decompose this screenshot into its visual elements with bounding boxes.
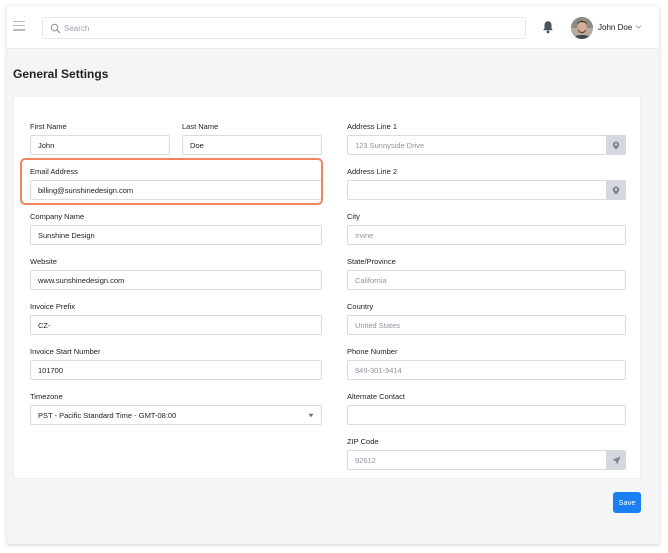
last-name-input[interactable] <box>182 135 322 155</box>
send-arrow-icon <box>612 456 620 464</box>
location-pin-icon <box>612 141 620 150</box>
top-bar: John Doe <box>7 6 659 49</box>
user-photo <box>571 17 593 39</box>
country-input[interactable] <box>347 315 626 335</box>
company-name-label: Company Name <box>30 212 85 221</box>
invoice-start-field: Invoice Start Number <box>30 347 322 381</box>
city-field: City <box>347 212 626 246</box>
chevron-down-icon[interactable] <box>635 24 642 30</box>
last-name-field: Last Name <box>182 122 322 156</box>
menu-icon[interactable] <box>13 21 25 33</box>
address-line-2-input[interactable] <box>347 180 607 200</box>
state-label: State/Province <box>347 257 396 266</box>
address-line-1-location-button[interactable] <box>606 135 626 155</box>
state-input[interactable] <box>347 270 626 290</box>
city-label: City <box>347 212 360 221</box>
search-icon <box>50 23 61 34</box>
email-input[interactable] <box>30 180 322 200</box>
phone-label: Phone Number <box>347 347 398 356</box>
website-label: Website <box>30 257 57 266</box>
zip-code-send-button[interactable] <box>606 450 626 470</box>
zip-code-label: ZIP Code <box>347 437 379 446</box>
invoice-start-input[interactable] <box>30 360 322 380</box>
website-input[interactable] <box>30 270 322 290</box>
address-line-1-field: Address Line 1 <box>347 122 626 156</box>
company-name-input[interactable] <box>30 225 322 245</box>
invoice-prefix-label: Invoice Prefix <box>30 302 76 311</box>
email-label: Email Address <box>30 167 78 176</box>
alternate-contact-input[interactable] <box>347 405 626 425</box>
first-name-field: First Name <box>30 122 170 156</box>
bell-icon[interactable] <box>542 20 554 34</box>
avatar[interactable] <box>571 17 593 39</box>
alternate-contact-label: Alternate Contact <box>347 392 405 401</box>
city-input[interactable] <box>347 225 626 245</box>
website-field: Website <box>30 257 322 291</box>
first-name-input[interactable] <box>30 135 170 155</box>
invoice-prefix-field: Invoice Prefix <box>30 302 322 336</box>
location-pin-icon <box>612 186 620 195</box>
timezone-label: Timezone <box>30 392 63 401</box>
company-name-field: Company Name <box>30 212 322 246</box>
address-line-1-input[interactable] <box>347 135 607 155</box>
alternate-contact-field: Alternate Contact <box>347 392 626 426</box>
phone-input[interactable] <box>347 360 626 380</box>
country-field: Country <box>347 302 626 336</box>
app-window: John Doe General Settings First Name Las… <box>7 6 659 544</box>
user-name[interactable]: John Doe <box>598 23 632 32</box>
zip-code-input[interactable] <box>347 450 607 470</box>
zip-code-field: ZIP Code <box>347 437 626 471</box>
search-box[interactable] <box>42 17 526 39</box>
save-button[interactable]: Save <box>613 492 641 513</box>
timezone-select[interactable]: PST - Pacific Standard Time - GMT-08:00 <box>30 405 322 425</box>
timezone-field: Timezone PST - Pacific Standard Time - G… <box>30 392 322 426</box>
last-name-label: Last Name <box>182 122 219 131</box>
address-line-2-label: Address Line 2 <box>347 167 398 176</box>
country-label: Country <box>347 302 374 311</box>
address-line-2-field: Address Line 2 <box>347 167 626 201</box>
invoice-start-label: Invoice Start Number <box>30 347 101 356</box>
email-field: Email Address <box>30 167 322 201</box>
phone-field: Phone Number <box>347 347 626 381</box>
page-title: General Settings <box>13 67 109 81</box>
invoice-prefix-input[interactable] <box>30 315 322 335</box>
address-line-1-label: Address Line 1 <box>347 122 398 131</box>
first-name-label: First Name <box>30 122 67 131</box>
settings-card: First Name Last Name Email Address Compa… <box>13 96 641 479</box>
search-input[interactable] <box>64 18 519 38</box>
address-line-2-location-button[interactable] <box>606 180 626 200</box>
state-field: State/Province <box>347 257 626 291</box>
